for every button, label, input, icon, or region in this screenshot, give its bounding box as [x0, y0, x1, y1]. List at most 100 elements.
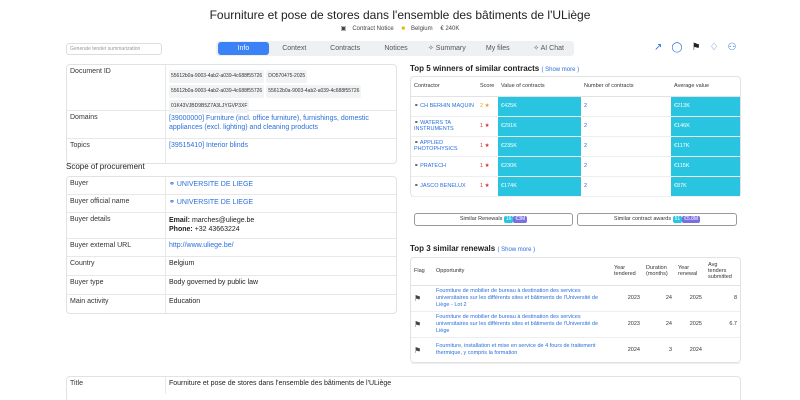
domains-label: Domains [67, 111, 166, 138]
document-id-chip[interactable]: 55612b0a-9003-4ab2-a039-4c688f55726 [266, 85, 362, 98]
buyer-name: UNIVERSITE DE LIEGE [176, 181, 254, 188]
renewals-heading-wrap: Top 3 similar renewals ( Show more ) [410, 244, 535, 253]
tab-info[interactable]: Info [218, 42, 269, 55]
table-row: ⚭ APPLIED PHOTOPHYSICS 1 ★ €235K 2 €117K [411, 136, 740, 157]
buyer-details-row: Buyer details Email: marches@uliege.be P… [67, 213, 396, 239]
avg-tenders-cell [705, 337, 740, 364]
winners-table: Contractor Score Value of contracts Numb… [410, 76, 741, 197]
similar-renewals-button[interactable]: Similar Renewals 16 €3M [414, 213, 573, 226]
col-average: Average value [671, 77, 740, 97]
avg-tenders-cell: 8 [705, 285, 740, 312]
count-cell[interactable]: 2 [581, 116, 671, 137]
document-id-chip[interactable]: 55612b0a-9003-4ab2-a039-4c688f55726 [169, 70, 265, 83]
flag-cell[interactable]: ⚑ [411, 337, 433, 364]
title-row: Title Fourniture et pose de stores dans … [67, 377, 740, 394]
tab-my-files[interactable]: My files [472, 42, 523, 55]
flag-icon[interactable]: ⚑ [414, 346, 421, 355]
tab-ai-chat-label: AI Chat [540, 45, 564, 52]
flag-icon[interactable]: ⚑ [414, 294, 421, 303]
email-value[interactable]: marches@uliege.be [192, 217, 254, 224]
link-chain-icon: ⚭ [414, 163, 419, 169]
value-cell: €425K [498, 96, 581, 117]
comment-icon[interactable]: ◯ [671, 42, 682, 53]
buyer-type-label: Buyer type [67, 276, 166, 294]
score-cell: 1 ★ [477, 176, 498, 197]
add-user-icon[interactable]: ⚇ [728, 42, 737, 53]
star-icon: ★ [484, 103, 490, 109]
phone-value: +32 43663224 [194, 226, 240, 233]
opportunity-cell[interactable]: Fourniture, installation et mise en serv… [433, 337, 611, 364]
tab-ai-chat[interactable]: ✧ AI Chat [523, 42, 574, 55]
average-cell: €213K [671, 96, 740, 117]
winners-heading-wrap: Top 5 winners of similar contracts ( Sho… [410, 64, 579, 73]
tab-summary[interactable]: ✧ Summary [421, 42, 472, 55]
count-cell[interactable]: 2 [581, 176, 671, 197]
notice-value: € 240K [440, 26, 460, 32]
share-icon[interactable]: ↗ [654, 42, 662, 53]
buyer-url-row: Buyer external URL http://www.uliege.be/ [67, 239, 396, 257]
document-id-chip[interactable]: 55612b0a-9003-4ab2-a039-4c688f55726 [169, 85, 265, 98]
star-icon: ★ [484, 143, 490, 149]
domains-row: Domains [39000000] Furniture (incl. offi… [67, 111, 396, 139]
flag-cell[interactable]: ⚑ [411, 311, 433, 338]
buyer-value[interactable]: ⚭ UNIVERSITE DE LIEGE [166, 177, 396, 194]
summarize-input[interactable]: Generate tender summarization [66, 43, 162, 55]
document-id-row: Document ID 55612b0a-9003-4ab2-a039-4c68… [67, 65, 396, 113]
document-id-chip[interactable]: DO570475-2025 [266, 70, 308, 83]
similar-awards-count: 51 [672, 216, 683, 223]
flag-icon[interactable]: ⚑ [414, 320, 421, 329]
topics-row: Topics [39515410] Interior blinds [67, 139, 396, 163]
similar-renewals-label: Similar Renewals [459, 216, 503, 222]
contractor-cell[interactable]: ⚭ CH BERHIN MAQUIN [411, 96, 477, 117]
similar-awards-button[interactable]: Similar contract awards 51 €5.8M [577, 213, 737, 226]
score-value: 1 [480, 123, 484, 129]
tab-context[interactable]: Context [269, 42, 320, 55]
buyer-official-value[interactable]: ⚭ UNIVERSITE DE LIEGE [166, 195, 396, 212]
winners-show-more[interactable]: ( Show more ) [541, 67, 579, 73]
link-chain-icon: ⚭ [169, 199, 175, 206]
tab-notices[interactable]: Notices [371, 42, 422, 55]
opportunity-cell[interactable]: Fourniture de mobilier de bureau à desti… [433, 285, 611, 312]
tab-contracts[interactable]: Contracts [320, 42, 371, 55]
country-row: Country Belgium [67, 257, 396, 276]
score-cell: 1 ★ [477, 136, 498, 157]
sparkle-icon: ✧ [533, 45, 540, 52]
notice-country: Belgium [410, 26, 433, 32]
buyer-url-value[interactable]: http://www.uliege.be/ [166, 239, 396, 256]
value-cell: €174K [498, 176, 581, 197]
col-score: Score [477, 77, 498, 97]
score-value: 1 [480, 163, 484, 169]
contractor-name: JASCO BENELUX [420, 183, 466, 189]
domains-value[interactable]: [39000000] Furniture (incl. office furni… [166, 111, 396, 138]
bell-icon[interactable]: ♢ [710, 42, 719, 53]
year-tendered-cell: 2024 [611, 337, 643, 364]
flag-icon[interactable]: ⚑ [692, 42, 701, 53]
table-row: ⚭ CH BERHIN MAQUIN 2 ★ €425K 2 €213K [411, 96, 740, 117]
contractor-cell[interactable]: ⚭ APPLIED PHOTOPHYSICS [411, 136, 477, 157]
flag-cell[interactable]: ⚑ [411, 285, 433, 312]
renewals-show-more[interactable]: ( Show more ) [497, 247, 535, 253]
country-value: Belgium [169, 260, 195, 267]
count-cell[interactable]: 2 [581, 136, 671, 157]
duration-cell: 24 [643, 311, 675, 338]
count-cell[interactable]: 2 [581, 96, 671, 117]
count-cell[interactable]: 2 [581, 156, 671, 177]
notice-type: Contract Notice [352, 26, 394, 32]
year-tendered-cell: 2023 [611, 311, 643, 338]
similar-awards-label: Similar contract awards [613, 216, 672, 222]
link-chain-icon: ⚭ [414, 103, 419, 109]
contractor-cell[interactable]: ⚭ PRATECH [411, 156, 477, 177]
title-label: Title [67, 377, 166, 394]
contractor-cell[interactable]: ⚭ JASCO BENELUX [411, 176, 477, 197]
contractor-cell[interactable]: ⚭ WATERS TA INSTRUMENTS [411, 116, 477, 137]
score-cell: 1 ★ [477, 156, 498, 177]
col-contractor: Contractor [411, 77, 477, 97]
col-opportunity: Opportunity [433, 258, 611, 286]
contractor-name: WATERS TA INSTRUMENTS [414, 120, 454, 132]
doc-icon: ▣ [340, 26, 347, 32]
country-label: Country [67, 257, 166, 275]
opportunity-cell[interactable]: Fourniture de mobilier de bureau à desti… [433, 311, 611, 338]
page-title: Fourniture et pose de stores dans l'ense… [209, 8, 591, 22]
avg-tenders-cell: 6.7 [705, 311, 740, 338]
topics-value[interactable]: [39515410] Interior blinds [166, 139, 396, 163]
